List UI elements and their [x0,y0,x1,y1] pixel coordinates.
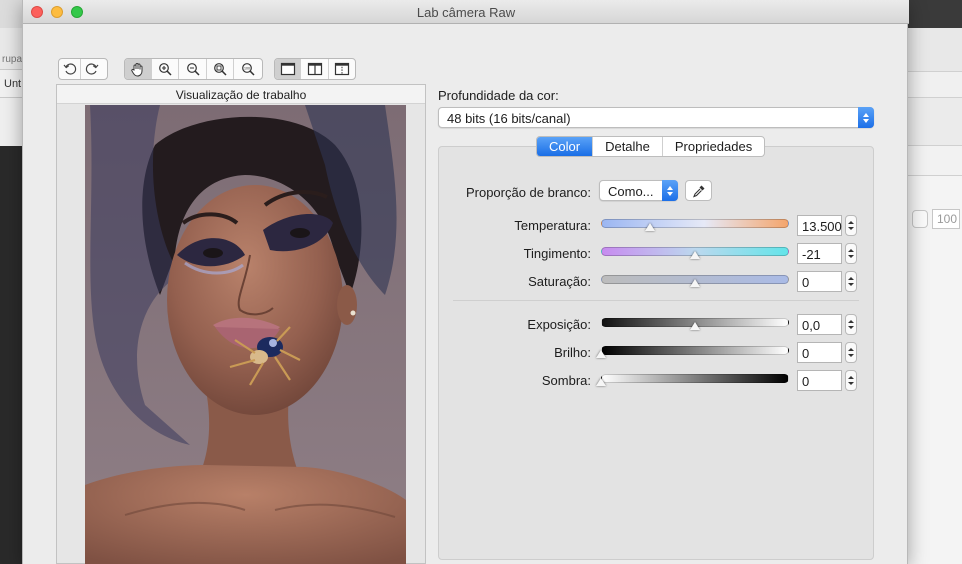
exposicao-value-field[interactable]: 0,0 [797,314,842,335]
background-stepper [912,210,928,228]
chevron-up-down-icon [858,107,874,128]
brilho-value-field[interactable]: 0 [797,342,842,363]
zoom-out-button[interactable] [179,59,207,79]
white-balance-value: Como... [608,184,654,199]
zoom-fit-button[interactable] [207,59,235,79]
zoom-in-button[interactable] [152,59,180,79]
saturacao-slider-thumb[interactable] [690,279,700,287]
background-app-right: 100 [908,0,962,564]
eyedropper-icon [692,185,704,197]
hand-tool-button[interactable] [125,59,152,79]
tingimento-stepper[interactable] [845,243,857,264]
background-tab-strip: rupa Unt [0,54,22,98]
preview-pane: Visualização de trabalho [56,84,426,564]
brilho-slider-thumb[interactable] [596,350,606,358]
camera-raw-dialog: Lab câmera Raw 100 Visualização de traba… [22,0,909,564]
navigation-tool-group: 100 [124,58,263,80]
temperatura-stepper[interactable] [845,215,857,236]
exposicao-slider-thumb[interactable] [690,322,700,330]
rotate-left-icon [63,63,76,75]
view-mode-group [274,58,356,80]
hand-icon [131,63,143,77]
sombra-slider-thumb[interactable] [596,378,606,386]
side-by-side-view-button[interactable] [329,59,355,79]
white-balance-select[interactable]: Como... [599,180,678,201]
zoom-100-icon: 100 [242,63,255,76]
background-text-fragment: Unt [4,78,22,90]
tingimento-value-field[interactable]: -21 [797,243,842,264]
sombra-slider[interactable] [601,374,789,383]
settings-tabs: Color Detalhe Propriedades [536,136,766,157]
rotate-right-button[interactable] [81,59,103,79]
title-bar: Lab câmera Raw [23,0,909,24]
color-depth-label: Profundidade da cor: [438,88,559,103]
sombra-value-field[interactable]: 0 [797,370,842,391]
portrait-photo [85,105,406,564]
temperatura-slider[interactable] [601,219,789,228]
sombra-stepper[interactable] [845,370,857,391]
section-divider [453,300,859,301]
tab-color[interactable]: Color [537,137,594,156]
background-options-bar [908,98,962,146]
temperatura-label: Temperatura: [514,218,591,233]
rotate-left-button[interactable] [59,59,81,79]
exposicao-label: Exposição: [527,317,591,332]
preview-image[interactable] [85,105,406,564]
temperatura-value-field[interactable]: 13.500 [797,215,842,236]
sombra-label: Sombra: [541,373,591,388]
rotate-right-icon [85,63,99,75]
brilho-stepper[interactable] [845,342,857,363]
saturacao-stepper[interactable] [845,271,857,292]
zoom-out-icon [186,63,200,76]
single-view-icon [280,62,295,76]
split-view-icon [307,62,322,76]
single-view-button[interactable] [275,59,302,79]
saturacao-value-field[interactable]: 0 [797,271,842,292]
background-value-field: 100 [932,209,960,229]
tab-propriedades[interactable]: Propriedades [663,137,764,156]
background-toolbar [908,28,962,72]
temperatura-slider-thumb[interactable] [644,223,655,231]
side-by-side-icon [334,62,349,76]
tab-detalhe[interactable]: Detalhe [593,137,663,156]
zoom-100-button[interactable]: 100 [234,59,262,79]
zoom-in-icon [159,63,172,76]
background-text-fragment: rupa [2,54,23,65]
saturacao-label: Saturação: [528,274,591,289]
chevron-up-down-icon [662,180,678,201]
background-panel-header [908,146,962,176]
window-title: Lab câmera Raw [416,5,516,20]
background-app-left: rupa Unt [0,0,22,564]
tingimento-label: Tingimento: [523,246,591,261]
tingimento-slider-thumb[interactable] [690,251,700,259]
color-depth-value: 48 bits (16 bits/canal) [447,111,571,126]
white-balance-label: Proporção de branco: [465,185,591,200]
split-view-button[interactable] [301,59,329,79]
color-depth-select[interactable]: 48 bits (16 bits/canal) [438,107,874,128]
rotate-button-group [58,58,108,80]
preview-title: Visualização de trabalho [57,85,425,104]
brilho-label: Brilho: [554,345,591,360]
exposicao-stepper[interactable] [845,314,857,335]
eyedropper-button[interactable] [685,180,712,201]
background-options-bar [0,98,22,146]
zoom-100-text: 100 [244,66,250,70]
background-menubar [908,0,962,28]
background-tab-strip [908,72,962,98]
zoom-fit-icon [214,63,227,76]
brilho-slider[interactable] [601,346,789,355]
background-canvas [0,146,22,564]
